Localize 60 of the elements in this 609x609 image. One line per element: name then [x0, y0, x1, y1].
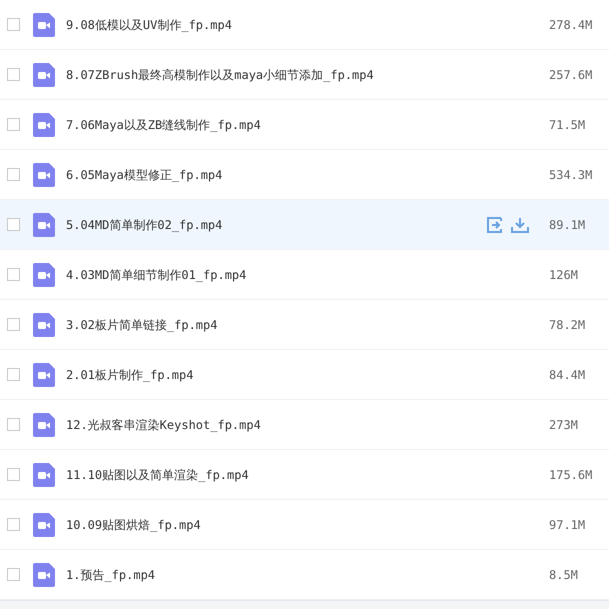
file-size: 534.3M: [549, 166, 594, 184]
file-name[interactable]: 10.09贴图烘焙_fp.mp4: [66, 516, 201, 534]
file-row[interactable]: 9.08低模以及UV制作_fp.mp4 278.4M: [0, 0, 609, 50]
file-row[interactable]: 10.09贴图烘焙_fp.mp4 97.1M: [0, 500, 609, 550]
file-name[interactable]: 2.01板片制作_fp.mp4: [66, 366, 194, 384]
checkbox[interactable]: [7, 568, 20, 581]
video-file-icon: [33, 562, 55, 586]
file-size: 78.2M: [549, 316, 586, 334]
file-size: 8.5M: [549, 566, 579, 584]
move-icon[interactable]: [487, 216, 503, 232]
file-name[interactable]: 9.08低模以及UV制作_fp.mp4: [66, 16, 232, 34]
file-size: 273M: [549, 416, 579, 434]
video-file-icon: [33, 512, 55, 536]
video-file-icon: [33, 462, 55, 486]
checkbox[interactable]: [7, 468, 20, 481]
file-size: 89.1M: [549, 216, 586, 234]
file-name[interactable]: 8.07ZBrush最终高模制作以及maya小细节添加_fp.mp4: [66, 66, 374, 84]
checkbox[interactable]: [7, 218, 20, 231]
checkbox[interactable]: [7, 318, 20, 331]
file-size: 175.6M: [549, 466, 594, 484]
file-name[interactable]: 3.02板片简单链接_fp.mp4: [66, 316, 218, 334]
file-name[interactable]: 6.05Maya模型修正_fp.mp4: [66, 166, 222, 184]
download-icon[interactable]: [511, 216, 529, 232]
file-size: 126M: [549, 266, 579, 284]
video-file-icon: [33, 12, 55, 36]
file-row[interactable]: 12.光叔客串渲染Keyshot_fp.mp4 273M: [0, 400, 609, 450]
file-size: 71.5M: [549, 116, 586, 134]
file-size: 84.4M: [549, 366, 586, 384]
checkbox[interactable]: [7, 418, 20, 431]
video-file-icon: [33, 262, 55, 286]
checkbox[interactable]: [7, 368, 20, 381]
video-file-icon: [33, 412, 55, 436]
file-row[interactable]: 3.02板片简单链接_fp.mp4 78.2M: [0, 300, 609, 350]
file-row[interactable]: 8.07ZBrush最终高模制作以及maya小细节添加_fp.mp4 257.6M: [0, 50, 609, 100]
video-file-icon: [33, 112, 55, 136]
checkbox[interactable]: [7, 18, 20, 31]
checkbox[interactable]: [7, 268, 20, 281]
video-file-icon: [33, 162, 55, 186]
video-file-icon: [33, 362, 55, 386]
file-size: 278.4M: [549, 16, 594, 34]
video-file-icon: [33, 212, 55, 236]
file-name[interactable]: 7.06Maya以及ZB缝线制作_fp.mp4: [66, 116, 261, 134]
file-row[interactable]: 4.03MD简单细节制作01_fp.mp4 126M: [0, 250, 609, 300]
file-size: 97.1M: [549, 516, 586, 534]
file-name[interactable]: 5.04MD简单制作02_fp.mp4: [66, 216, 222, 234]
file-row[interactable]: 5.04MD简单制作02_fp.mp4 89.1M: [0, 200, 609, 250]
file-row[interactable]: 11.10贴图以及简单渲染_fp.mp4 175.6M: [0, 450, 609, 500]
video-file-icon: [33, 312, 55, 336]
file-name[interactable]: 12.光叔客串渲染Keyshot_fp.mp4: [66, 416, 261, 434]
checkbox[interactable]: [7, 518, 20, 531]
file-name[interactable]: 11.10贴图以及简单渲染_fp.mp4: [66, 466, 249, 484]
file-row[interactable]: 2.01板片制作_fp.mp4 84.4M: [0, 350, 609, 400]
checkbox[interactable]: [7, 168, 20, 181]
file-name[interactable]: 1.预告_fp.mp4: [66, 566, 156, 584]
file-size: 257.6M: [549, 66, 594, 84]
checkbox[interactable]: [7, 68, 20, 81]
file-row[interactable]: 7.06Maya以及ZB缝线制作_fp.mp4 71.5M: [0, 100, 609, 150]
video-file-icon: [33, 62, 55, 86]
file-name[interactable]: 4.03MD简单细节制作01_fp.mp4: [66, 266, 246, 284]
checkbox[interactable]: [7, 118, 20, 131]
